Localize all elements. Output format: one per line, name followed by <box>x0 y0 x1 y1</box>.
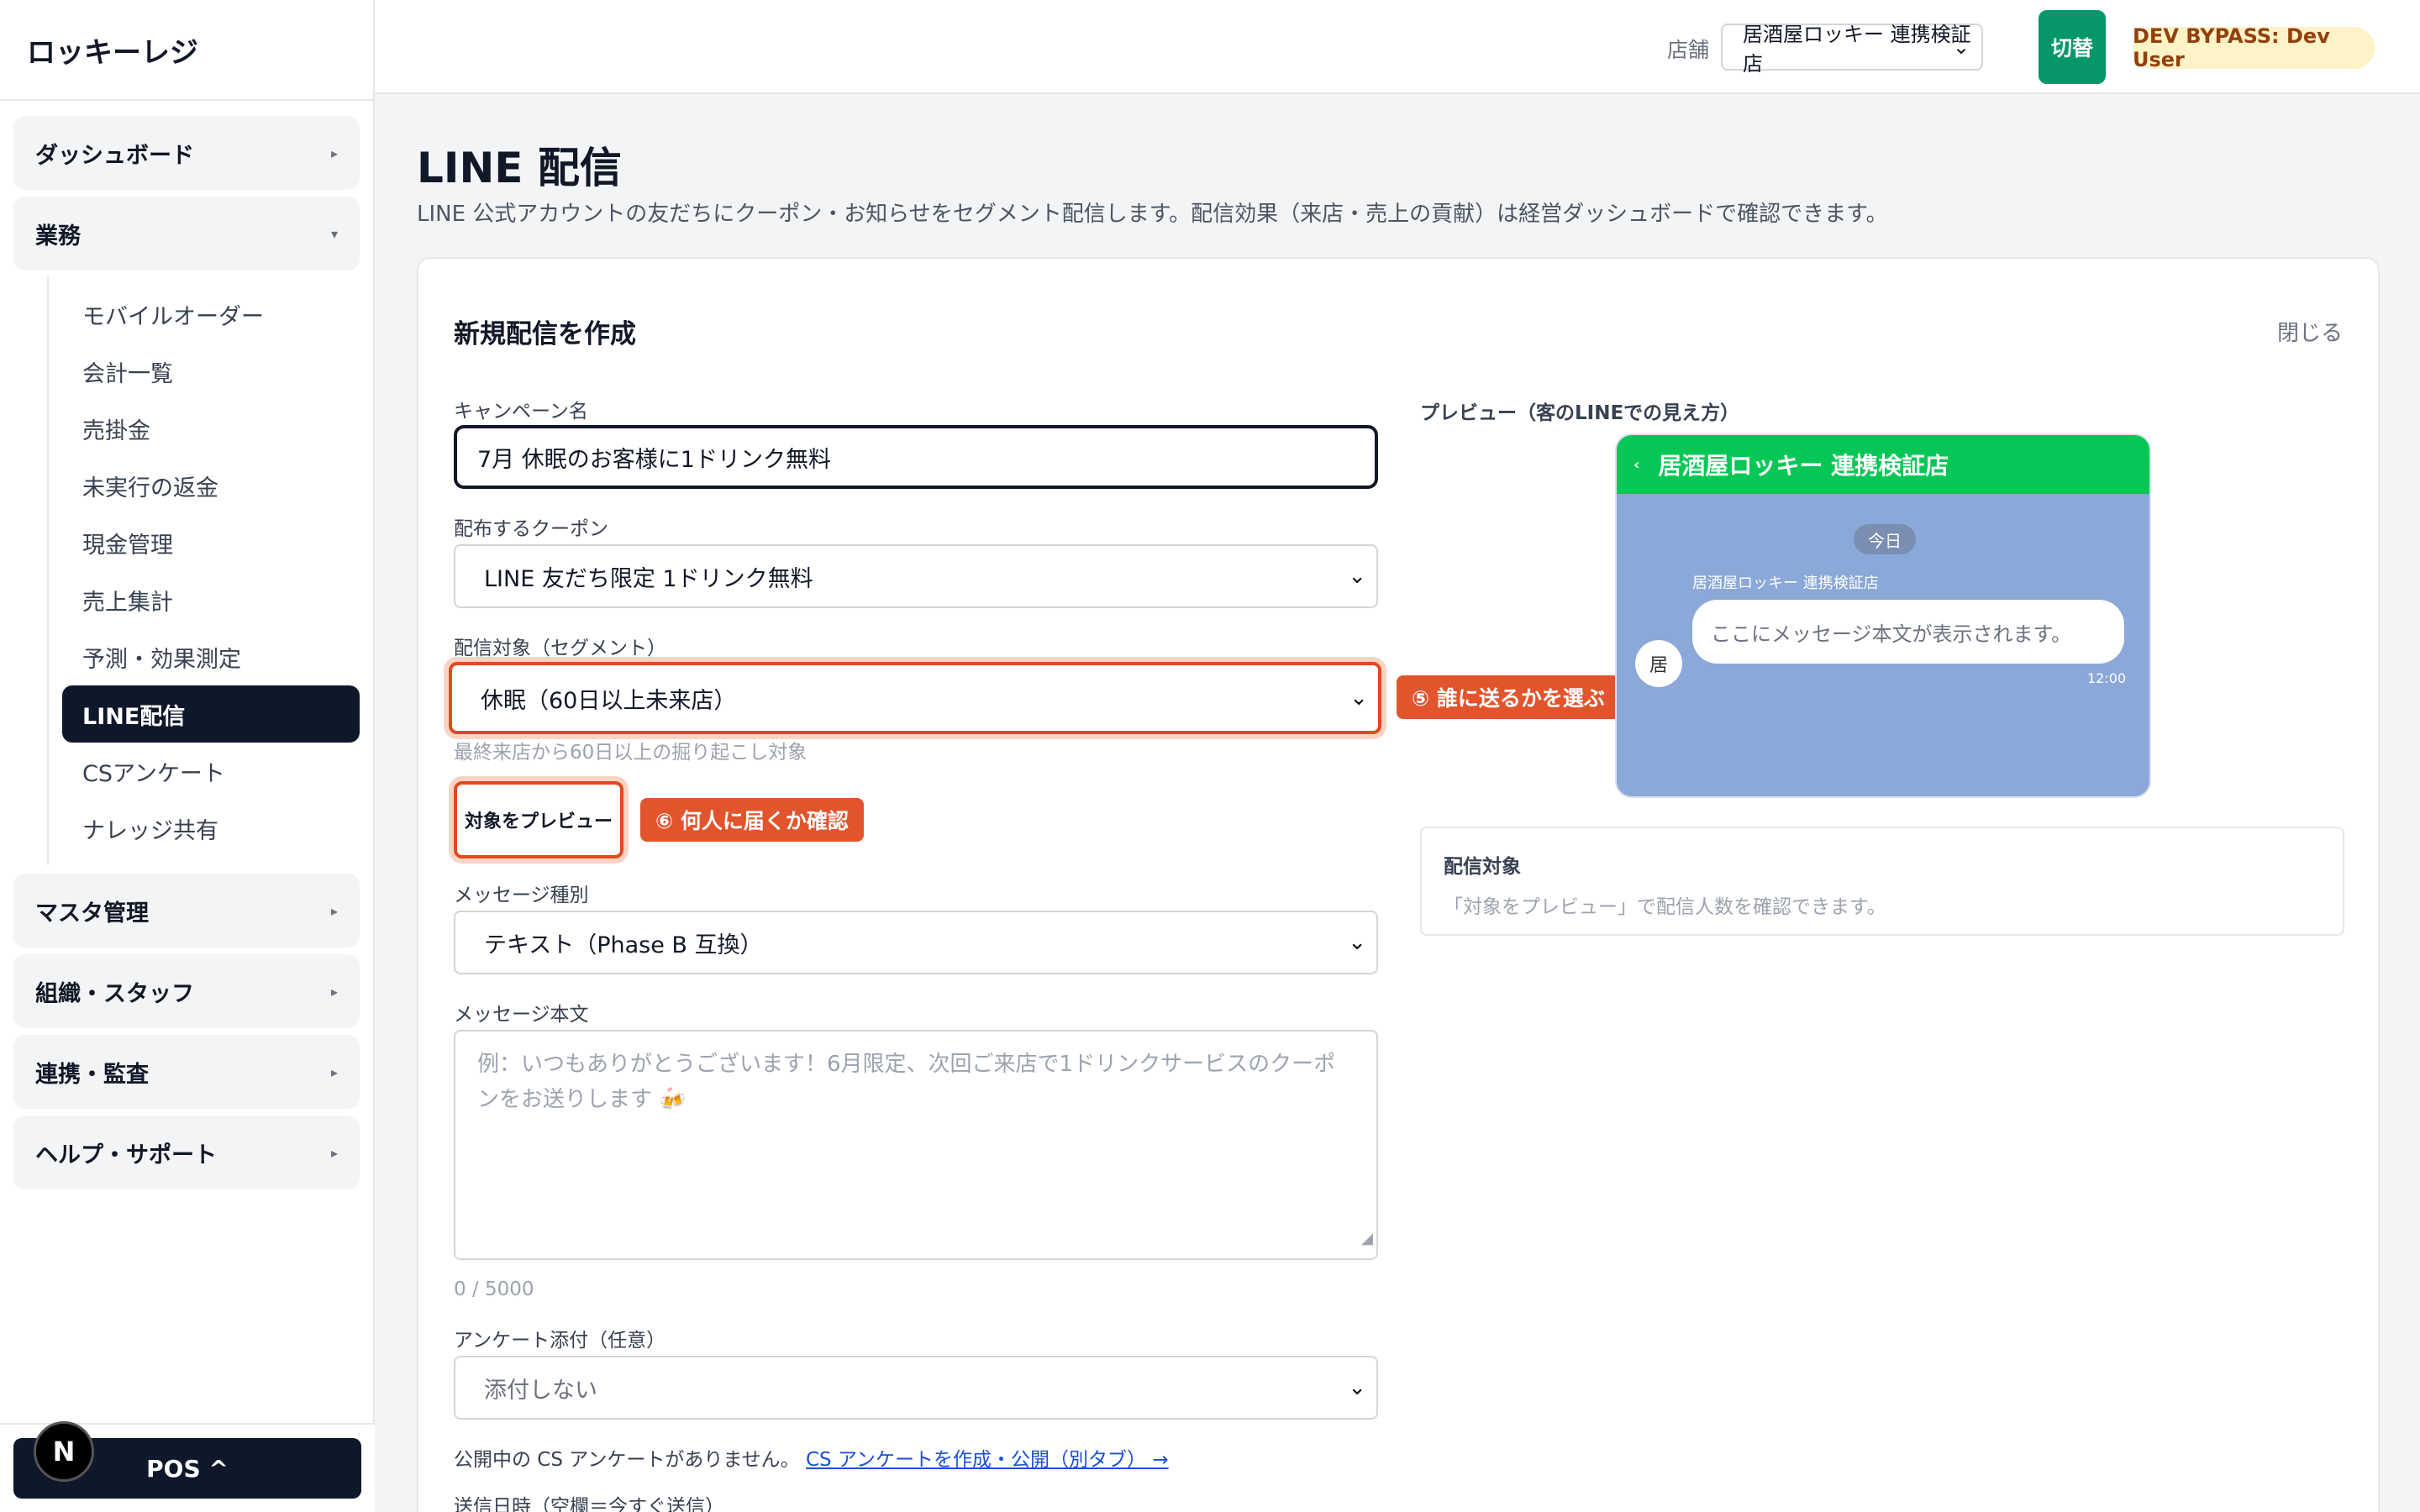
nextjs-dev-badge[interactable]: N <box>34 1421 94 1482</box>
store-label: 店舗 <box>1667 38 1710 62</box>
preview-callout: ⑥ 何人に届くか確認 <box>640 798 864 842</box>
segment-hint: 最終来店から60日以上の掘り起こし対象 <box>454 742 808 764</box>
sidebar-group-label: ダッシュボード <box>35 142 194 169</box>
sidebar-group-dashboard[interactable]: ダッシュボード ▸ <box>13 116 360 190</box>
sidebar-group-master[interactable]: マスタ管理 ▸ <box>13 874 360 948</box>
chevron-down-icon: ⌄ <box>1952 35 1970 59</box>
user-badge: DEV BYPASS: Dev User <box>2133 24 2375 71</box>
coupon-select-value: LINE 友だち限定 1ドリンク無料 <box>484 565 813 592</box>
schedule-label: 送信日時（空欄＝今すぐ送信） <box>454 1496 724 1512</box>
segment-select-value: 休眠（60日以上未来店） <box>481 687 737 714</box>
message-body-textarea[interactable]: 例：いつもありがとうございます！6月限定、次回ご来店で1ドリンクサービスのクーポ… <box>454 1030 1378 1260</box>
char-count: 0 / 5000 <box>454 1278 534 1300</box>
sidebar-item-sales[interactable]: 売上集計 <box>49 571 360 628</box>
sidebar-item-payments[interactable]: 会計一覧 <box>49 343 360 400</box>
target-summary-box: 配信対象 「対象をプレビュー」で配信人数を確認できます。 <box>1420 827 2344 936</box>
topbar: 店舗 居酒屋ロッキー 連携検証店 ⌄ 切替 DEV BYPASS: Dev Us… <box>375 0 2420 94</box>
sidebar-group-label: 連携・監査 <box>35 1061 149 1088</box>
message-bubble: ここにメッセージ本文が表示されます。 <box>1692 600 2124 664</box>
chevron-down-icon: ⌄ <box>1348 930 1366 955</box>
chevron-right-icon: ▸ <box>330 144 338 161</box>
survey-select-value: 添付しない <box>484 1377 597 1404</box>
chevron-down-icon: ⌄ <box>1348 564 1366 589</box>
chevron-right-icon: ▸ <box>330 902 338 919</box>
sidebar-item-cs-survey[interactable]: CSアンケート <box>49 743 360 800</box>
segment-callout: ⑤ 誰に送るかを選ぶ <box>1397 675 1620 719</box>
resize-handle-icon[interactable]: ◢ <box>1361 1221 1373 1257</box>
sidebar-group-operations[interactable]: 業務 ▾ <box>13 197 360 270</box>
preview-target-button[interactable]: 対象をプレビュー <box>454 781 623 858</box>
sidebar-nav: ダッシュボード ▸ 業務 ▾ モバイルオーダー 会計一覧 売掛金 未実行の返金 … <box>0 101 373 1189</box>
chevron-down-icon: ⌄ <box>1349 685 1368 711</box>
campaign-name-value: 7月 休眠のお客様に1ドリンク無料 <box>477 446 831 473</box>
chevron-down-icon: ⌄ <box>1348 1375 1366 1400</box>
chevron-right-icon: ▸ <box>330 1063 338 1080</box>
chevron-right-icon: ▸ <box>330 1144 338 1161</box>
page-title: LINE 配信 <box>417 144 622 192</box>
message-type-select[interactable]: テキスト（Phase B 互換） ⌄ <box>454 911 1378 974</box>
page-description: LINE 公式アカウントの友だちにクーポン・お知らせをセグメント配信します。配信… <box>417 202 1888 227</box>
message-type-value: テキスト（Phase B 互換） <box>484 932 763 958</box>
sidebar-group-label: 業務 <box>35 223 81 249</box>
message-type-label: メッセージ種別 <box>454 885 589 906</box>
sidebar-group-label: マスタ管理 <box>35 900 149 927</box>
message-body-placeholder: 例：いつもありがとうございます！6月限定、次回ご来店で1ドリンクサービスのクーポ… <box>477 1052 1336 1112</box>
survey-label: アンケート添付（任意） <box>454 1330 666 1352</box>
line-preview-account-name: 居酒屋ロッキー 連携検証店 <box>1658 452 1949 480</box>
sidebar-group-org[interactable]: 組織・スタッフ ▸ <box>13 954 360 1028</box>
store-select-value: 居酒屋ロッキー 連携検証店 <box>1743 23 1971 76</box>
coupon-select[interactable]: LINE 友だち限定 1ドリンク無料 ⌄ <box>454 544 1378 608</box>
create-survey-link[interactable]: CS アンケートを作成・公開（別タブ） → <box>806 1449 1169 1471</box>
sidebar-item-knowledge[interactable]: ナレッジ共有 <box>49 800 360 857</box>
segment-label: 配信対象（セグメント） <box>454 638 666 659</box>
sidebar-item-mobile-order[interactable]: モバイルオーダー <box>49 286 360 343</box>
sidebar-item-receivables[interactable]: 売掛金 <box>49 400 360 457</box>
sidebar-sub-list: モバイルオーダー 会計一覧 売掛金 未実行の返金 現金管理 売上集計 予測・効果… <box>47 277 360 865</box>
card-title: 新規配信を作成 <box>454 319 636 349</box>
new-campaign-card: 新規配信を作成 閉じる キャンペーン名 7月 休眠のお客様に1ドリンク無料 配布… <box>417 257 2380 1512</box>
target-summary-title: 配信対象 <box>1444 856 1521 878</box>
sidebar: ロッキーレジ ダッシュボード ▸ 業務 ▾ モバイルオーダー 会計一覧 売掛金 … <box>0 0 375 1512</box>
account-avatar: 居 <box>1635 640 1682 687</box>
back-chevron-icon: ‹ <box>1634 455 1640 474</box>
survey-select[interactable]: 添付しない ⌄ <box>454 1356 1378 1420</box>
target-summary-desc: 「対象をプレビュー」で配信人数を確認できます。 <box>1444 896 1886 918</box>
line-preview-phone: ‹ 居酒屋ロッキー 連携検証店 今日 居酒屋ロッキー 連携検証店 居 ここにメッ… <box>1615 433 2151 798</box>
sidebar-item-pending-refunds[interactable]: 未実行の返金 <box>49 457 360 514</box>
sidebar-item-line[interactable]: LINE配信 <box>62 685 360 743</box>
line-preview-label: プレビュー（客のLINEでの見え方） <box>1420 402 1740 424</box>
campaign-name-label: キャンペーン名 <box>454 401 588 423</box>
chevron-down-icon: ▾ <box>330 225 338 242</box>
segment-select[interactable]: 休眠（60日以上未来店） ⌄ <box>449 662 1381 734</box>
campaign-name-input[interactable]: 7月 休眠のお客様に1ドリンク無料 <box>454 425 1378 489</box>
line-preview-header: ‹ 居酒屋ロッキー 連携検証店 <box>1617 435 2149 494</box>
message-time: 12:00 <box>2087 670 2127 686</box>
store-select[interactable]: 居酒屋ロッキー 連携検証店 ⌄ <box>1721 23 1983 76</box>
survey-note-text: 公開中の CS アンケートがありません。 <box>454 1449 800 1471</box>
coupon-label: 配布するクーポン <box>454 518 608 540</box>
sidebar-group-help[interactable]: ヘルプ・サポート ▸ <box>13 1116 360 1189</box>
date-chip: 今日 <box>1854 524 1916 554</box>
sidebar-item-forecast[interactable]: 予測・効果測定 <box>49 628 360 685</box>
survey-note: 公開中の CS アンケートがありません。 CS アンケートを作成・公開（別タブ）… <box>454 1443 1169 1472</box>
sidebar-item-cash[interactable]: 現金管理 <box>49 514 360 571</box>
sender-name: 居酒屋ロッキー 連携検証店 <box>1692 575 1879 592</box>
switch-store-button[interactable]: 切替 <box>2039 10 2106 84</box>
sidebar-group-integration[interactable]: 連携・監査 ▸ <box>13 1035 360 1109</box>
sidebar-group-label: ヘルプ・サポート <box>35 1142 217 1168</box>
sidebar-group-label: 組織・スタッフ <box>35 980 194 1007</box>
app-brand: ロッキーレジ <box>0 0 373 101</box>
chevron-right-icon: ▸ <box>330 983 338 1000</box>
message-body-label: メッセージ本文 <box>454 1004 589 1026</box>
close-button[interactable]: 閉じる <box>2277 316 2343 347</box>
